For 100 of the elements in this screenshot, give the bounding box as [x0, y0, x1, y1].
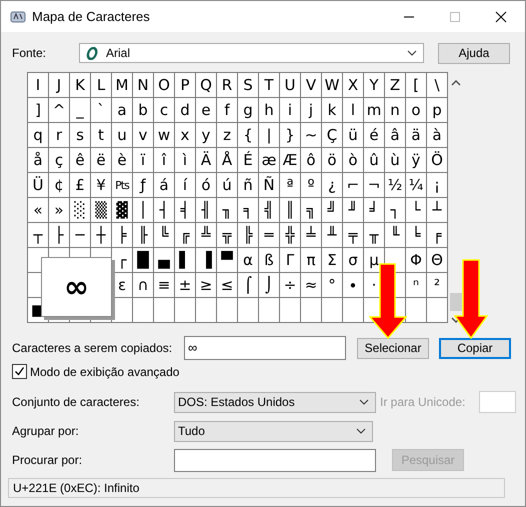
- character-cell[interactable]: ╚: [154, 223, 175, 248]
- character-cell[interactable]: Y: [364, 73, 385, 98]
- character-cell[interactable]: P: [175, 73, 196, 98]
- character-cell[interactable]: ö: [322, 148, 343, 173]
- character-cell[interactable]: ½: [385, 173, 406, 198]
- character-cell[interactable]: T: [259, 73, 280, 98]
- character-cell[interactable]: \: [427, 73, 448, 98]
- character-cell[interactable]: ≡: [154, 273, 175, 298]
- character-cell[interactable]: â: [385, 123, 406, 148]
- character-cell[interactable]: ▒: [91, 198, 112, 223]
- character-cell[interactable]: ║: [280, 198, 301, 223]
- character-cell[interactable]: ±: [175, 273, 196, 298]
- search-field[interactable]: [174, 448, 376, 472]
- character-cell[interactable]: ╒: [427, 223, 448, 248]
- character-cell[interactable]: Q: [196, 73, 217, 98]
- character-cell[interactable]: Z: [385, 73, 406, 98]
- character-cell[interactable]: h: [259, 98, 280, 123]
- character-cell[interactable]: ¢: [49, 173, 70, 198]
- character-cell[interactable]: Ä: [196, 148, 217, 173]
- character-cell[interactable]: p: [427, 98, 448, 123]
- character-cell[interactable]: û: [364, 148, 385, 173]
- chevron-down-icon[interactable]: [359, 399, 369, 405]
- character-cell[interactable]: d: [175, 98, 196, 123]
- character-cell[interactable]: ì: [175, 148, 196, 173]
- character-cell[interactable]: J: [49, 73, 70, 98]
- character-cell[interactable]: [427, 298, 448, 323]
- character-cell[interactable]: Å: [217, 148, 238, 173]
- character-cell[interactable]: ╧: [301, 223, 322, 248]
- character-cell[interactable]: m: [364, 98, 385, 123]
- character-cell[interactable]: ╠: [238, 223, 259, 248]
- character-cell[interactable]: y: [196, 123, 217, 148]
- character-cell[interactable]: z: [217, 123, 238, 148]
- character-cell[interactable]: ┤: [154, 198, 175, 223]
- character-cell[interactable]: [133, 298, 154, 323]
- character-cell[interactable]: ╙: [385, 223, 406, 248]
- character-cell[interactable]: ═: [259, 223, 280, 248]
- character-cell[interactable]: ¬: [364, 173, 385, 198]
- character-cell[interactable]: ç: [49, 148, 70, 173]
- character-cell[interactable]: a: [112, 98, 133, 123]
- character-cell[interactable]: é: [364, 123, 385, 148]
- character-cell[interactable]: X: [343, 73, 364, 98]
- character-cell[interactable]: ╖: [217, 198, 238, 223]
- character-cell[interactable]: ╡: [175, 198, 196, 223]
- character-cell[interactable]: ╜: [343, 198, 364, 223]
- character-cell[interactable]: ]: [28, 98, 49, 123]
- character-cell[interactable]: c: [154, 98, 175, 123]
- character-cell[interactable]: ƒ: [133, 173, 154, 198]
- character-cell[interactable]: K: [70, 73, 91, 98]
- character-cell[interactable]: L: [91, 73, 112, 98]
- character-cell[interactable]: Ç: [322, 123, 343, 148]
- character-cell[interactable]: j: [301, 98, 322, 123]
- character-cell[interactable]: [343, 298, 364, 323]
- character-cell[interactable]: ≈: [301, 273, 322, 298]
- character-cell[interactable]: U: [280, 73, 301, 98]
- character-cell[interactable]: ┬: [28, 223, 49, 248]
- character-cell[interactable]: ▀: [217, 248, 238, 273]
- character-cell[interactable]: |: [259, 123, 280, 148]
- character-cell[interactable]: ▄: [154, 248, 175, 273]
- character-cell[interactable]: ╗: [301, 198, 322, 223]
- scroll-up-icon[interactable]: [450, 80, 460, 86]
- character-cell[interactable]: ╥: [364, 223, 385, 248]
- character-cell[interactable]: Ö: [427, 148, 448, 173]
- character-cell[interactable]: à: [427, 123, 448, 148]
- character-cell[interactable]: «: [28, 198, 49, 223]
- character-cell[interactable]: x: [175, 123, 196, 148]
- character-cell[interactable]: ä: [406, 123, 427, 148]
- character-cell[interactable]: ╨: [322, 223, 343, 248]
- copy-field[interactable]: ∞: [184, 336, 346, 360]
- character-cell[interactable]: q: [28, 123, 49, 148]
- character-cell[interactable]: ╟: [133, 223, 154, 248]
- character-cell[interactable]: Σ: [322, 248, 343, 273]
- character-cell[interactable]: ô: [301, 148, 322, 173]
- character-cell[interactable]: α: [238, 248, 259, 273]
- character-cell[interactable]: b: [133, 98, 154, 123]
- character-cell[interactable]: ⌡: [259, 273, 280, 298]
- character-cell[interactable]: £: [70, 173, 91, 198]
- character-cell[interactable]: ü: [343, 123, 364, 148]
- character-cell[interactable]: σ: [343, 248, 364, 273]
- character-cell[interactable]: g: [238, 98, 259, 123]
- character-cell[interactable]: ^: [49, 98, 70, 123]
- character-cell[interactable]: [175, 298, 196, 323]
- character-cell[interactable]: │: [133, 198, 154, 223]
- character-cell[interactable]: ├: [49, 223, 70, 248]
- character-cell[interactable]: r: [49, 123, 70, 148]
- character-cell[interactable]: ñ: [238, 173, 259, 198]
- character-cell[interactable]: ░: [70, 198, 91, 223]
- copy-row-button[interactable]: Copiar: [439, 338, 511, 358]
- character-cell[interactable]: [322, 298, 343, 323]
- character-cell[interactable]: ¥: [91, 173, 112, 198]
- character-cell[interactable]: k: [322, 98, 343, 123]
- character-cell[interactable]: O: [154, 73, 175, 98]
- character-cell[interactable]: ~: [301, 123, 322, 148]
- character-cell[interactable]: [259, 298, 280, 323]
- character-cell[interactable]: Æ: [280, 148, 301, 173]
- character-cell[interactable]: ë: [91, 148, 112, 173]
- chevron-down-icon[interactable]: [407, 50, 417, 56]
- character-cell[interactable]: S: [238, 73, 259, 98]
- character-cell[interactable]: ╩: [196, 223, 217, 248]
- character-cell[interactable]: Γ: [280, 248, 301, 273]
- character-cell[interactable]: n: [385, 98, 406, 123]
